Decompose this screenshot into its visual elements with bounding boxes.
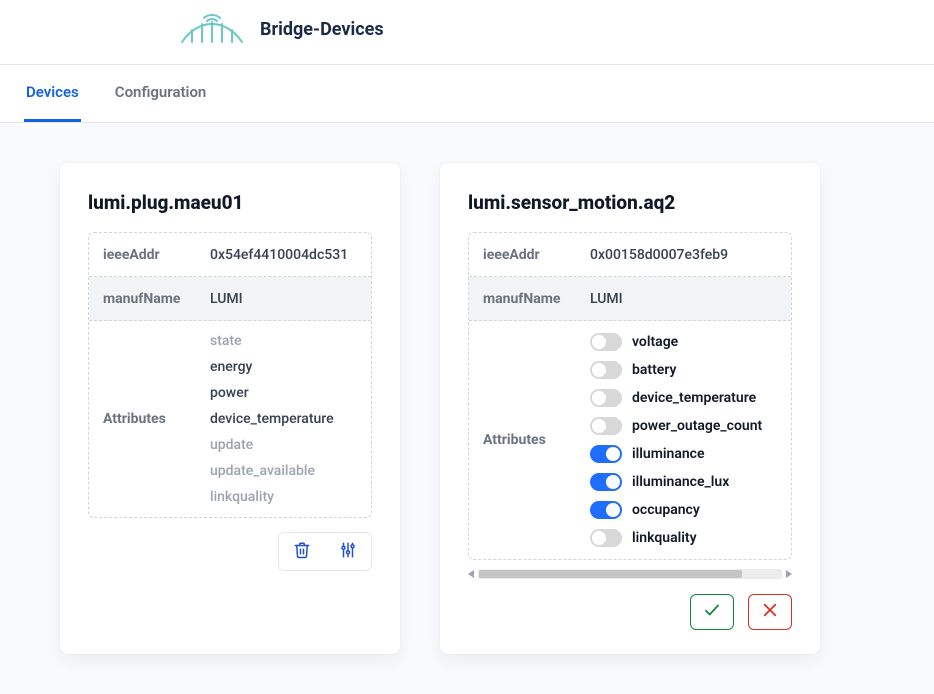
attribute-item: energy xyxy=(210,359,334,375)
sliders-icon xyxy=(339,541,357,562)
prop-val-manuf: LUMI xyxy=(210,291,243,307)
tab-configuration[interactable]: Configuration xyxy=(113,65,209,122)
card-actions xyxy=(88,532,372,571)
delete-button[interactable] xyxy=(279,533,325,570)
prop-key: manufName xyxy=(103,291,198,307)
topbar: Bridge-Devices xyxy=(0,0,934,65)
brand-title: Bridge-Devices xyxy=(260,19,384,40)
attribute-toggle-row: power_outage_count xyxy=(590,417,762,435)
attribute-label: illuminance xyxy=(632,446,705,462)
attribute-label: occupancy xyxy=(632,502,700,518)
attribute-toggle-list: voltage battery device_temperature power_ou… xyxy=(590,333,762,547)
cancel-button[interactable] xyxy=(748,594,792,630)
scroll-right-arrow-icon[interactable] xyxy=(786,570,792,578)
prop-key: manufName xyxy=(483,291,578,307)
confirm-button[interactable] xyxy=(690,594,734,630)
device-properties: ieeeAddr 0x54ef4410004dc531 manufName LU… xyxy=(88,232,372,518)
prop-val-ieeeaddr: 0x00158d0007e3feb9 xyxy=(590,247,728,263)
device-title: lumi.plug.maeu01 xyxy=(88,191,372,214)
scroll-left-arrow-icon[interactable] xyxy=(468,570,474,578)
configure-button[interactable] xyxy=(325,533,371,570)
attribute-toggle[interactable] xyxy=(590,417,622,435)
action-button-group xyxy=(278,532,372,571)
horizontal-scrollbar[interactable] xyxy=(468,568,792,580)
attribute-toggle-row: battery xyxy=(590,361,762,379)
attribute-toggle[interactable] xyxy=(590,389,622,407)
prop-key: ieeeAddr xyxy=(103,247,198,263)
attribute-label: voltage xyxy=(632,334,678,350)
prop-val-ieeeaddr: 0x54ef4410004dc531 xyxy=(210,247,348,263)
prop-key: Attributes xyxy=(483,432,578,448)
attribute-list: state energy power device_temperatureupdate… xyxy=(210,333,334,505)
tab-devices[interactable]: Devices xyxy=(24,65,81,122)
attribute-toggle-row: illuminance_lux xyxy=(590,473,762,491)
attribute-item: power xyxy=(210,385,334,401)
prop-row-manuf: manufName LUMI xyxy=(89,277,371,321)
device-title: lumi.sensor_motion.aq2 xyxy=(468,191,792,214)
prop-row-ieeeaddr: ieeeAddr 0x54ef4410004dc531 xyxy=(89,233,371,277)
attribute-toggle[interactable] xyxy=(590,361,622,379)
attribute-toggle-row: device_temperature xyxy=(590,389,762,407)
attribute-item: state xyxy=(210,333,334,349)
close-icon xyxy=(761,601,779,623)
prop-key: ieeeAddr xyxy=(483,247,578,263)
attribute-toggle[interactable] xyxy=(590,501,622,519)
attribute-toggle[interactable] xyxy=(590,529,622,547)
attribute-label: power_outage_count xyxy=(632,418,762,434)
prop-key: Attributes xyxy=(103,411,198,427)
device-properties: ieeeAddr 0x00158d0007e3feb9 manufName LU… xyxy=(468,232,792,560)
prop-row-attributes: Attributes voltage battery device_temperat… xyxy=(469,321,791,559)
attribute-toggle-row: illuminance xyxy=(590,445,762,463)
attribute-toggle-row: linkquality xyxy=(590,529,762,547)
attribute-label: linkquality xyxy=(632,530,697,546)
card-actions xyxy=(468,594,792,630)
prop-row-manuf: manufName LUMI xyxy=(469,277,791,321)
attribute-label: battery xyxy=(632,362,676,378)
attribute-label: illuminance_lux xyxy=(632,474,729,490)
check-icon xyxy=(703,601,721,623)
device-card-plug: lumi.plug.maeu01 ieeeAddr 0x54ef4410004d… xyxy=(60,163,400,654)
attribute-toggle-row: voltage xyxy=(590,333,762,351)
attribute-toggle[interactable] xyxy=(590,473,622,491)
prop-val-manuf: LUMI xyxy=(590,291,623,307)
attribute-toggle[interactable] xyxy=(590,333,622,351)
prop-row-attributes: Attributes state energy power device_temper… xyxy=(89,321,371,517)
tabs: Devices Configuration xyxy=(0,65,934,123)
trash-icon xyxy=(293,541,311,562)
attribute-label: device_temperature xyxy=(632,390,756,406)
attribute-item: linkquality xyxy=(210,489,334,505)
attribute-toggle-row: occupancy xyxy=(590,501,762,519)
scroll-thumb[interactable] xyxy=(479,570,742,578)
content: lumi.plug.maeu01 ieeeAddr 0x54ef4410004d… xyxy=(0,123,934,694)
scroll-track[interactable] xyxy=(478,569,782,579)
attribute-toggle[interactable] xyxy=(590,445,622,463)
device-card-motion: lumi.sensor_motion.aq2 ieeeAddr 0x00158d… xyxy=(440,163,820,654)
bridge-logo-icon xyxy=(180,12,244,46)
attribute-item: device_temperature xyxy=(210,411,334,427)
attribute-item: update_available xyxy=(210,463,334,479)
prop-row-ieeeaddr: ieeeAddr 0x00158d0007e3feb9 xyxy=(469,233,791,277)
attribute-item: update xyxy=(210,437,334,453)
